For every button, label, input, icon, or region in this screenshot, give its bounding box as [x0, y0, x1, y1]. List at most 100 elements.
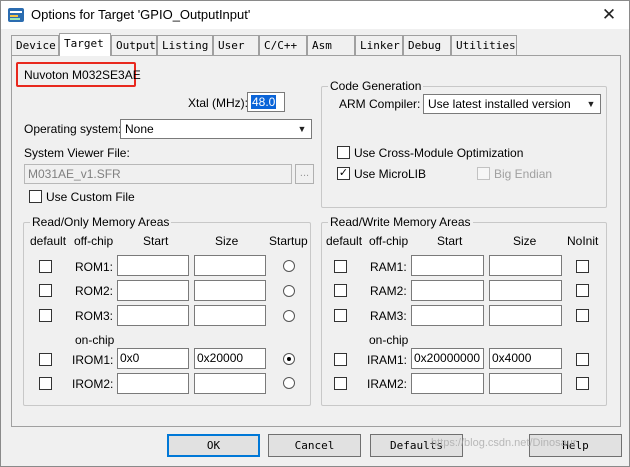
rom3-label: ROM3: [75, 309, 114, 323]
iram2-default-checkbox[interactable] [334, 377, 347, 390]
ram3-size-input[interactable] [489, 305, 562, 326]
ram2-noinit-checkbox[interactable] [576, 284, 589, 297]
device-name: Nuvoton M032SE3AE [24, 68, 141, 82]
rom1-size-input[interactable] [194, 255, 266, 276]
rom2-start-input[interactable] [117, 280, 189, 301]
rw-memory-title: Read/Write Memory Areas [328, 215, 473, 229]
ro-onchip-label: on-chip [75, 333, 115, 347]
iram2-label: IRAM2: [367, 377, 408, 391]
tab-user[interactable]: User [213, 35, 259, 55]
cross-module-checkbox[interactable] [337, 146, 350, 159]
options-dialog: Options for Target 'GPIO_OutputInput' ✕ … [0, 0, 630, 467]
os-value: None [125, 122, 154, 136]
rom3-size-input[interactable] [194, 305, 266, 326]
arm-compiler-value: Use latest installed version [428, 97, 571, 111]
watermark: https://blog.csdn.net/Dinosaur [431, 437, 577, 449]
ram3-noinit-checkbox[interactable] [576, 309, 589, 322]
ro-header-size: Size [215, 234, 239, 248]
iram2-start-input[interactable] [411, 373, 484, 394]
svf-browse-button: ... [295, 164, 314, 184]
ram2-default-checkbox[interactable] [334, 284, 347, 297]
iram1-noinit-checkbox[interactable] [576, 353, 589, 366]
tab-target[interactable]: Target [59, 33, 111, 56]
tab-device[interactable]: Device [11, 35, 59, 55]
rw-header-start: Start [437, 234, 463, 248]
irom2-label: IROM2: [72, 377, 114, 391]
rom1-default-checkbox[interactable] [39, 260, 52, 273]
irom2-start-input[interactable] [117, 373, 189, 394]
xtal-value: 48.0 [251, 95, 277, 109]
ram1-start-input[interactable] [411, 255, 484, 276]
arm-compiler-label: ARM Compiler: [339, 97, 421, 111]
tab-utilities[interactable]: Utilities [451, 35, 517, 55]
irom1-label: IROM1: [72, 353, 114, 367]
keil-app-icon [8, 8, 24, 22]
ram1-default-checkbox[interactable] [334, 260, 347, 273]
iram2-noinit-checkbox[interactable] [576, 377, 589, 390]
iram1-size-input[interactable]: 0x4000 [489, 348, 562, 369]
rw-header-noinit: NoInit [567, 234, 599, 248]
irom2-size-input[interactable] [194, 373, 266, 394]
svf-input: M031AE_v1.SFR [24, 164, 292, 184]
xtal-label: Xtal (MHz): [188, 96, 248, 110]
rw-header-size: Size [513, 234, 537, 248]
rom3-startup-radio[interactable] [283, 310, 295, 322]
tab-debug[interactable]: Debug [403, 35, 451, 55]
irom1-startup-radio[interactable] [283, 353, 295, 365]
irom1-size-input[interactable]: 0x20000 [194, 348, 266, 369]
irom1-default-checkbox[interactable] [39, 353, 52, 366]
irom2-startup-radio[interactable] [283, 377, 295, 389]
tab-output[interactable]: Output [111, 35, 157, 55]
tab-listing[interactable]: Listing [157, 35, 213, 55]
iram1-default-checkbox[interactable] [334, 353, 347, 366]
tab-asm[interactable]: Asm [307, 35, 355, 55]
tab-c-cpp[interactable]: C/C++ [259, 35, 307, 55]
rw-onchip-label: on-chip [369, 333, 409, 347]
ram2-label: RAM2: [370, 284, 407, 298]
irom1-start-input[interactable]: 0x0 [117, 348, 189, 369]
microlib-checkbox[interactable]: ✓ [337, 167, 350, 180]
rom2-size-input[interactable] [194, 280, 266, 301]
os-select[interactable]: None ▼ [120, 119, 312, 139]
rom2-label: ROM2: [75, 284, 114, 298]
rom3-default-checkbox[interactable] [39, 309, 52, 322]
code-generation-title: Code Generation [328, 79, 424, 93]
xtal-input[interactable]: 48.0 [247, 92, 285, 112]
tab-linker[interactable]: Linker [355, 35, 403, 55]
rom1-startup-radio[interactable] [283, 260, 295, 272]
rom2-default-checkbox[interactable] [39, 284, 52, 297]
ram3-default-checkbox[interactable] [334, 309, 347, 322]
check-icon: ✓ [338, 167, 349, 179]
microlib-label: Use MicroLIB [354, 167, 427, 181]
arm-compiler-select[interactable]: Use latest installed version ▼ [423, 94, 601, 114]
ro-header-start: Start [143, 234, 169, 248]
rom3-start-input[interactable] [117, 305, 189, 326]
rw-header-offchip: off-chip [369, 234, 409, 248]
title-bar: Options for Target 'GPIO_OutputInput' ✕ [1, 1, 629, 29]
use-custom-file-label: Use Custom File [46, 190, 135, 204]
rom1-start-input[interactable] [117, 255, 189, 276]
ok-button[interactable]: OK [167, 434, 260, 457]
close-icon[interactable]: ✕ [597, 4, 621, 26]
os-label: Operating system: [24, 122, 122, 136]
ram1-noinit-checkbox[interactable] [576, 260, 589, 273]
ram1-label: RAM1: [370, 260, 407, 274]
ram3-label: RAM3: [370, 309, 407, 323]
rom2-startup-radio[interactable] [283, 285, 295, 297]
ram3-start-input[interactable] [411, 305, 484, 326]
window-title: Options for Target 'GPIO_OutputInput' [31, 7, 251, 22]
iram2-size-input[interactable] [489, 373, 562, 394]
iram1-label: IRAM1: [367, 353, 408, 367]
use-custom-file-checkbox[interactable] [29, 190, 42, 203]
irom2-default-checkbox[interactable] [39, 377, 52, 390]
ro-memory-title: Read/Only Memory Areas [30, 215, 172, 229]
device-name-highlight: Nuvoton M032SE3AE [16, 62, 141, 87]
cancel-button[interactable]: Cancel [268, 434, 361, 457]
ram1-size-input[interactable] [489, 255, 562, 276]
ro-header-default: default [30, 234, 67, 248]
iram1-start-input[interactable]: 0x20000000 [411, 348, 484, 369]
ram2-start-input[interactable] [411, 280, 484, 301]
chevron-down-icon: ▼ [297, 124, 307, 134]
ro-header-offchip: off-chip [74, 234, 114, 248]
ram2-size-input[interactable] [489, 280, 562, 301]
